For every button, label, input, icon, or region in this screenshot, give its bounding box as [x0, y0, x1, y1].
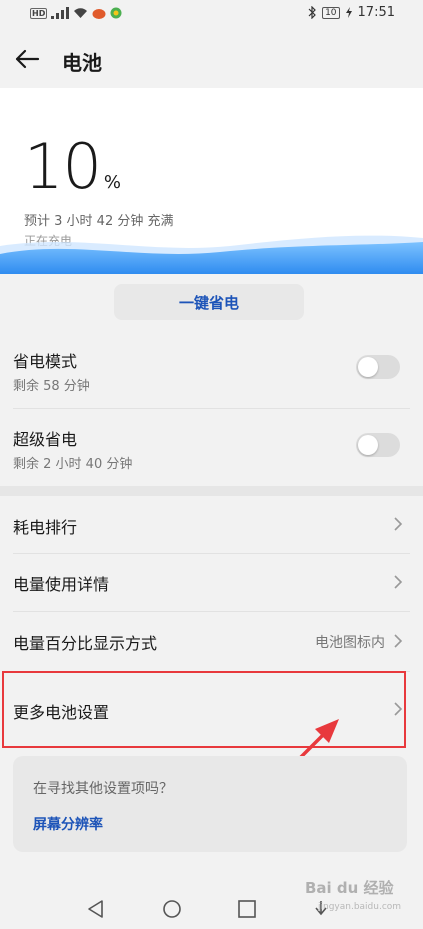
chevron-right-icon [394, 575, 403, 589]
row-title: 省电模式 [13, 352, 78, 371]
suggestion-link-screen-resolution[interactable]: 屏幕分辨率 [33, 814, 103, 834]
app-notification-icon-2 [110, 7, 122, 19]
toggle-knob [358, 435, 378, 455]
battery-status-icon: 10 [322, 6, 340, 19]
row-title: 超级省电 [13, 430, 78, 449]
row-title: 耗电排行 [13, 518, 78, 537]
chevron-right-icon [394, 634, 403, 648]
row-value: 电池图标内 [315, 635, 385, 651]
battery-percentage-display-row[interactable]: 电量百分比显示方式 电池图标内 [0, 611, 423, 671]
network-type: HD [30, 7, 48, 19]
page-title: 电池 [62, 51, 102, 75]
power-saving-mode-toggle[interactable] [356, 355, 400, 379]
battery-wave-graphic [0, 235, 423, 274]
wifi-icon [74, 8, 88, 18]
baidu-watermark-site: jingyan.baidu.com [318, 902, 402, 912]
row-subtitle: 剩余 58 分钟 [13, 379, 90, 394]
status-bar: HD 10 17:51 [0, 0, 423, 28]
battery-usage-details-row[interactable]: 电量使用详情 [0, 553, 423, 611]
back-button[interactable] [12, 44, 42, 74]
settings-suggestion-card: 在寻找其他设置项吗？ 屏幕分辨率 [13, 756, 407, 852]
app-notification-icon [92, 9, 106, 19]
power-saving-mode-row[interactable]: 省电模式 剩余 58 分钟 [0, 330, 423, 408]
power-consumption-ranking-row[interactable]: 耗电排行 [0, 496, 423, 553]
toggle-knob [358, 357, 378, 377]
ultra-power-saving-toggle[interactable] [356, 433, 400, 457]
row-title: 电量百分比显示方式 [13, 634, 158, 653]
charging-icon [345, 7, 352, 18]
row-title: 电量使用详情 [13, 575, 110, 594]
baidu-watermark: Bai du 经验 [305, 879, 394, 897]
bluetooth-icon [308, 6, 316, 19]
status-time: 17:51 [357, 5, 395, 20]
nav-home-icon[interactable] [162, 899, 182, 919]
one-key-save-button[interactable]: 一键省电 [114, 284, 304, 320]
signal-icon [51, 7, 70, 19]
status-left: HD [30, 7, 122, 19]
nav-back-icon[interactable] [86, 899, 106, 919]
battery-status-card: 10 % 预计 3 小时 42 分钟 充满 正在充电 [0, 88, 423, 274]
chevron-right-icon [394, 517, 403, 531]
arrow-left-icon [15, 49, 40, 69]
battery-percent-value: 10 [24, 130, 102, 203]
section-divider [0, 486, 423, 496]
row-subtitle: 剩余 2 小时 40 分钟 [13, 457, 133, 472]
battery-percent-sign: % [103, 172, 122, 193]
ultra-power-saving-row[interactable]: 超级省电 剩余 2 小时 40 分钟 [0, 408, 423, 486]
nav-recents-icon[interactable] [237, 899, 257, 919]
power-modes-section: 省电模式 剩余 58 分钟 超级省电 剩余 2 小时 40 分钟 [0, 330, 423, 486]
status-right: 10 17:51 [308, 5, 395, 20]
battery-percent: 10 % [24, 136, 121, 198]
app-header: 电池 [0, 28, 423, 88]
suggestion-question: 在寻找其他设置项吗？ [33, 781, 173, 797]
